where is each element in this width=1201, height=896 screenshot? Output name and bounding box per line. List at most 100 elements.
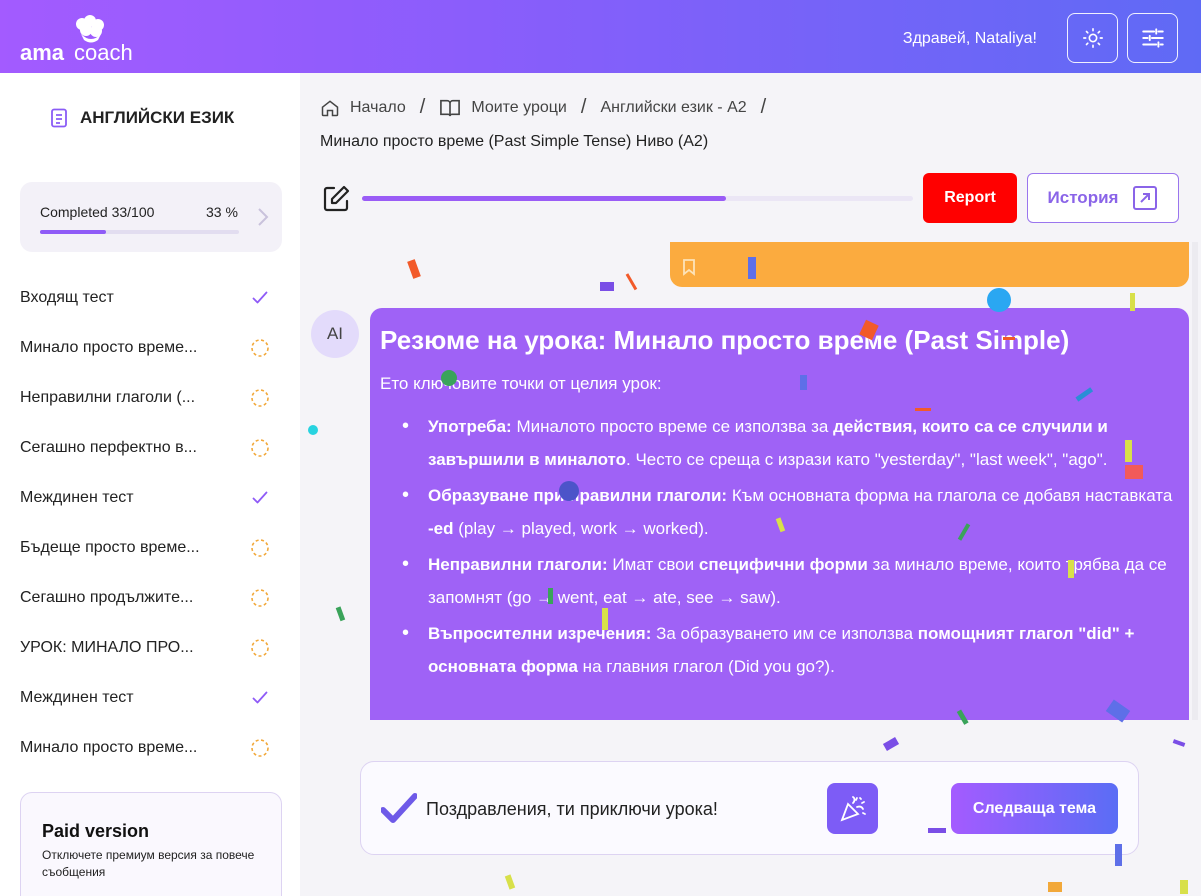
pending-icon: [249, 737, 271, 759]
chat-scrollbar[interactable]: [1192, 242, 1198, 720]
summary-point-t2: (play → played, work → worked).: [453, 519, 709, 538]
summary-point: Употреба: Миналото просто време се изпол…: [400, 410, 1179, 476]
summary-point: Образуване при правилни глаголи: Към осн…: [400, 479, 1179, 545]
lesson-item[interactable]: Неправилни глаголи (...: [20, 383, 280, 413]
progress-percent: 33 %: [206, 204, 238, 220]
bookmark-icon[interactable]: [682, 258, 696, 276]
lesson-item[interactable]: УРОК: МИНАЛО ПРО...: [20, 633, 280, 663]
summary-point-t1: За образуването им се използва: [651, 624, 918, 643]
course-progress-card[interactable]: Completed 33/100 33 %: [20, 182, 282, 252]
checkmark-icon: [381, 793, 417, 823]
lesson-item-label: Минало просто време...: [20, 739, 198, 756]
lesson-title: Минало просто време (Past Simple Tense) …: [320, 133, 709, 150]
party-popper-icon: [839, 795, 866, 822]
breadcrumb-english-a2[interactable]: Английски език - A2: [600, 99, 746, 117]
lesson-progress-fill: [362, 196, 726, 201]
paid-description: Отключете премиум версия за повече съобщ…: [42, 848, 255, 879]
breadcrumb-separator: /: [760, 96, 767, 118]
sidebar: АНГЛИЙСКИ ЕЗИК Completed 33/100 33 % Вхо…: [0, 73, 300, 896]
history-label: История: [1047, 188, 1119, 207]
top-header: ama coach Здравей, Nataliya!: [0, 0, 1201, 73]
settings-button[interactable]: [1127, 13, 1178, 63]
lesson-item-label: Минало просто време...: [20, 339, 198, 356]
summary-point-title: Неправилни глаголи:: [428, 555, 608, 574]
next-topic-button[interactable]: Следваща тема: [951, 783, 1118, 834]
home-icon: [321, 99, 339, 116]
summary-heading: Резюме на урока: Минало просто време (Pa…: [380, 325, 1070, 355]
progress-label: Completed 33/100: [40, 204, 155, 220]
lesson-item-label: УРОК: МИНАЛО ПРО...: [20, 639, 194, 656]
lesson-item-label: Неправилни глаголи (...: [20, 389, 196, 406]
previous-message-bubble: [670, 242, 1189, 287]
history-button[interactable]: История: [1027, 173, 1179, 223]
ai-avatar: AI: [311, 310, 359, 358]
completion-bar: Поздравления, ти приключи урока! Следващ…: [360, 761, 1139, 855]
subject-title: АНГЛИЙСКИ ЕЗИК: [50, 108, 234, 128]
lesson-item-label: Междинен тест: [20, 689, 134, 706]
paid-version-card[interactable]: Paid version Отключете премиум версия за…: [20, 792, 282, 896]
document-icon: [51, 108, 67, 128]
summary-point: Неправилни глаголи: Имат свои специфични…: [400, 548, 1179, 614]
summary-point-title: Употреба:: [428, 417, 512, 436]
lesson-item[interactable]: Бъдеще просто време...: [20, 533, 280, 563]
completion-message: Поздравления, ти приключи урока!: [426, 799, 718, 819]
celebrate-button[interactable]: [827, 783, 878, 834]
lesson-item[interactable]: Междинен тест: [20, 483, 280, 513]
summary-point-title: Въпросителни изречения:: [428, 624, 652, 643]
summary-point-t2: . Често се среща с изрази като "yesterda…: [626, 450, 1108, 469]
summary-point-t1: Миналото просто време се използва за: [511, 417, 834, 436]
pending-icon: [249, 437, 271, 459]
greeting-text: Здравей, Nataliya!: [902, 30, 1037, 47]
progress-fill: [40, 230, 106, 234]
ama-coach-logo[interactable]: ama coach: [18, 12, 148, 64]
lesson-item[interactable]: Входящ тест: [20, 283, 280, 313]
theme-toggle-button[interactable]: [1067, 13, 1118, 63]
breadcrumb: Начало / Моите уроци / Английски език - …: [320, 96, 770, 119]
sun-icon: [1082, 28, 1103, 48]
lesson-item-label: Междинен тест: [20, 489, 134, 506]
book-icon: [440, 99, 461, 116]
breadcrumb-my-lessons[interactable]: Моите уроци: [439, 98, 567, 118]
lesson-item[interactable]: Минало просто време...: [20, 733, 280, 763]
lesson-item[interactable]: Междинен тест: [20, 683, 280, 713]
check-icon: [249, 287, 271, 309]
svg-text:coach: coach: [74, 40, 133, 64]
summary-point-t2: на главния глагол (Did you go?).: [577, 657, 835, 676]
summary-point-title: Образуване при правилни глаголи:: [428, 486, 728, 505]
summary-point-b1: -ed: [428, 519, 454, 538]
progress-track: [40, 230, 239, 234]
summary-points: Употреба: Миналото просто време се изпол…: [380, 410, 1179, 683]
edit-icon[interactable]: [321, 184, 351, 214]
lesson-item-label: Сегашно перфектно в...: [20, 439, 197, 456]
svg-text:ama: ama: [20, 40, 65, 64]
breadcrumb-separator: /: [419, 96, 426, 118]
ai-message-bubble: Резюме на урока: Минало просто време (Pa…: [370, 308, 1189, 720]
breadcrumb-separator: /: [580, 96, 587, 118]
external-link-icon: [1133, 186, 1158, 210]
summary-point: Въпросителни изречения: За образуването …: [400, 617, 1179, 683]
pending-icon: [249, 387, 271, 409]
pending-icon: [249, 587, 271, 609]
summary-point-t1: Към основната форма на глагола се добавя…: [727, 486, 1173, 505]
pending-icon: [249, 337, 271, 359]
lesson-item-label: Бъдеще просто време...: [20, 539, 200, 556]
lesson-item[interactable]: Сегашно продължите...: [20, 583, 280, 613]
breadcrumb-home[interactable]: Начало: [320, 98, 406, 118]
check-icon: [249, 487, 271, 509]
lesson-item[interactable]: Сегашно перфектно в...: [20, 433, 280, 463]
paid-title: Paid version: [42, 821, 150, 841]
chat-area[interactable]: AI Резюме на урока: Минало просто време …: [300, 242, 1201, 720]
lesson-item-label: Сегашно продължите...: [20, 589, 194, 606]
chevron-right-icon[interactable]: [256, 206, 270, 228]
summary-point-t1: Имат свои: [607, 555, 699, 574]
lesson-progress-track: [362, 196, 913, 201]
pending-icon: [249, 537, 271, 559]
pending-icon: [249, 637, 271, 659]
check-icon: [249, 687, 271, 709]
summary-point-b1: специфични форми: [698, 555, 868, 574]
sliders-icon: [1141, 28, 1164, 48]
lesson-item[interactable]: Минало просто време...: [20, 333, 280, 363]
lesson-item-label: Входящ тест: [20, 289, 114, 306]
summary-intro: Ето ключовите точки от целия урок:: [380, 374, 662, 393]
report-button[interactable]: Report: [923, 173, 1017, 223]
